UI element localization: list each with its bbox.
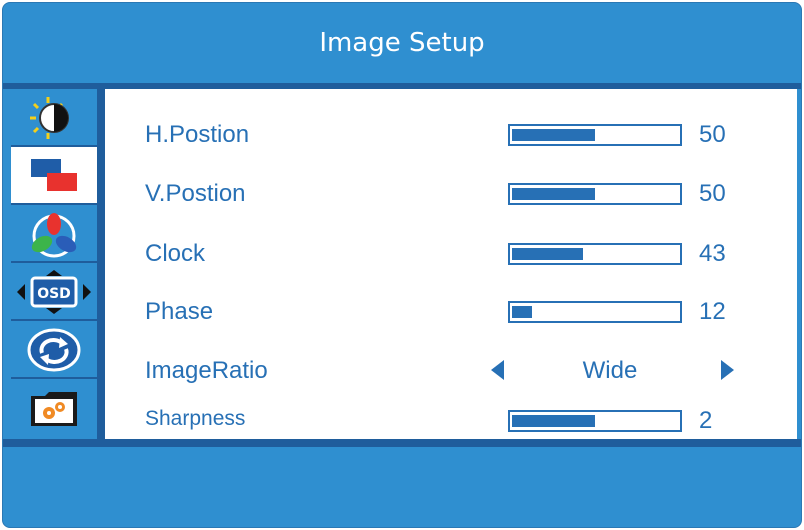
h-position-fill	[512, 129, 595, 141]
h-position-value: 50	[699, 121, 726, 148]
phase-slider[interactable]	[508, 301, 682, 323]
image-ratio-right-arrow-icon[interactable]	[721, 360, 734, 380]
sidebar-item-reset[interactable]	[11, 321, 97, 379]
svg-text:OSD: OSD	[37, 286, 71, 302]
reset-icon	[27, 328, 81, 372]
sharpness-row[interactable]: Sharpness 2	[105, 401, 797, 441]
osd-icon: OSD	[17, 270, 91, 314]
clock-fill	[512, 248, 583, 260]
sidebar-item-color[interactable]	[11, 205, 97, 263]
sidebar: OSD	[11, 89, 97, 447]
v-position-value: 50	[699, 180, 726, 207]
image-ratio-label: ImageRatio	[145, 357, 268, 384]
v-position-row[interactable]: V.Postion 50	[105, 174, 797, 214]
sharpness-value: 2	[699, 407, 713, 434]
settings-icon	[31, 392, 77, 426]
sharpness-fill	[512, 415, 595, 427]
brightness-contrast-icon	[30, 97, 69, 139]
phase-label: Phase	[145, 298, 214, 325]
bottom-divider	[3, 439, 801, 447]
clock-row[interactable]: Clock 43	[105, 234, 797, 274]
clock-label: Clock	[145, 240, 206, 267]
image-setup-icon	[31, 159, 77, 191]
h-position-slider[interactable]	[508, 124, 682, 146]
phase-fill	[512, 306, 532, 318]
clock-slider[interactable]	[508, 243, 682, 265]
sharpness-label: Sharpness	[145, 407, 246, 430]
clock-value: 43	[699, 240, 726, 267]
image-ratio-row[interactable]: ImageRatio Wide	[105, 351, 797, 391]
sidebar-item-osd[interactable]: OSD	[11, 263, 97, 321]
sidebar-item-brightness[interactable]	[11, 89, 97, 147]
page-title: Image Setup	[319, 28, 485, 58]
settings-panel: H.Postion 50 V.Postion 50 Clock 43 Phase	[105, 89, 797, 439]
phase-value: 12	[699, 298, 726, 325]
v-position-slider[interactable]	[508, 183, 682, 205]
v-position-fill	[512, 188, 595, 200]
h-position-row[interactable]: H.Postion 50	[105, 115, 797, 155]
phase-row[interactable]: Phase 12	[105, 292, 797, 332]
color-icon	[31, 213, 77, 258]
sidebar-edge	[97, 89, 105, 447]
v-position-label: V.Postion	[145, 180, 246, 207]
osd-window: Image Setup OSD H.Postion 50 V.Postion 5…	[2, 2, 802, 528]
title-bar: Image Setup	[3, 3, 801, 83]
sharpness-slider[interactable]	[508, 410, 682, 432]
h-position-label: H.Postion	[145, 121, 250, 148]
sidebar-item-settings[interactable]	[11, 379, 97, 437]
image-ratio-left-arrow-icon[interactable]	[491, 360, 504, 380]
sidebar-item-image-setup[interactable]	[11, 147, 97, 205]
image-ratio-value: Wide	[582, 357, 638, 384]
